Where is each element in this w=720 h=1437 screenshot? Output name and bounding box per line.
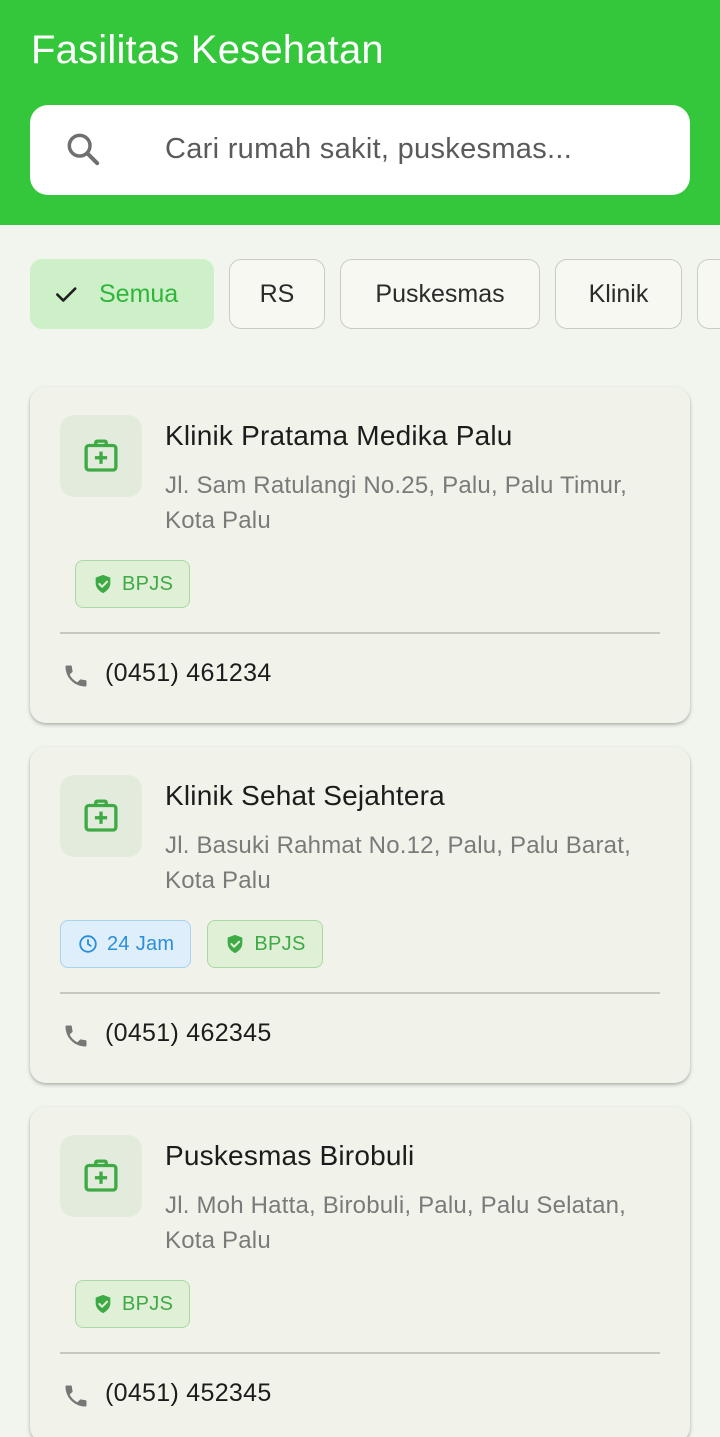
facility-phone[interactable]: (0451) 461234: [105, 659, 272, 688]
address-line: Jl. Sam Ratulangi No.25, Palu, Palu Timu…: [165, 472, 627, 499]
facility-name: Klinik Pratama Medika Palu: [165, 420, 513, 451]
facility-address: Jl. Basuki Rahmat No.12, Palu, Palu Bara…: [165, 828, 665, 898]
badge-label: BPJS: [254, 932, 306, 955]
facility-card[interactable]: Puskesmas Birobuli Jl. Moh Hatta, Birobu…: [30, 1107, 690, 1437]
shield-check-icon: [228, 934, 243, 954]
address-line: Kota Palu: [165, 1227, 271, 1254]
facility-icon-box: [60, 415, 142, 497]
shield-check-icon: [95, 1294, 111, 1314]
phone-icon[interactable]: [62, 1382, 90, 1410]
medical-bag-icon: [84, 1159, 118, 1192]
page-title: Fasilitas Kesehatan: [31, 28, 384, 72]
search-icon[interactable]: [63, 129, 103, 169]
address-line: Jl. Moh Hatta, Birobuli, Palu, Palu Sela…: [165, 1192, 627, 1219]
filter-chip-label: Klinik: [588, 279, 649, 308]
filter-chip-semua[interactable]: Semua: [30, 259, 214, 329]
facility-address: Jl. Sam Ratulangi No.25, Palu, Palu Timu…: [165, 468, 665, 538]
divider: [60, 1352, 660, 1354]
facility-phone[interactable]: (0451) 452345: [105, 1379, 272, 1408]
bpjs-badge: BPJS: [75, 1280, 191, 1328]
search-input[interactable]: [165, 122, 665, 176]
clock-icon: [79, 935, 97, 953]
filter-chip-overflow[interactable]: [697, 259, 720, 329]
filter-chip-klinik[interactable]: Klinik: [555, 259, 682, 329]
facility-address: Jl. Moh Hatta, Birobuli, Palu, Palu Sela…: [165, 1188, 665, 1258]
facility-card[interactable]: Klinik Pratama Medika Palu Jl. Sam Ratul…: [30, 387, 690, 723]
check-icon: [56, 287, 77, 302]
phone-icon[interactable]: [62, 1022, 90, 1050]
badge-row: 24 Jam BPJS: [60, 920, 323, 968]
shield-check-icon: [95, 574, 111, 594]
facility-phone[interactable]: (0451) 462345: [105, 1019, 272, 1048]
facility-name: Klinik Sehat Sejahtera: [165, 780, 445, 811]
app-root: Fasilitas Kesehatan Semua RS Puskesmas K…: [0, 0, 720, 1437]
filter-chip-puskesmas[interactable]: Puskesmas: [340, 259, 540, 329]
facility-name: Puskesmas Birobuli: [165, 1140, 415, 1171]
medical-bag-icon: [84, 439, 118, 472]
address-line: Kota Palu: [165, 507, 271, 534]
facility-icon-box: [60, 775, 142, 857]
badge-label: BPJS: [122, 1292, 174, 1315]
app-header: Fasilitas Kesehatan: [0, 0, 720, 225]
bpjs-badge: BPJS: [75, 560, 191, 608]
divider: [60, 632, 660, 634]
divider: [60, 992, 660, 994]
bpjs-badge: BPJS: [207, 920, 323, 968]
facility-icon-box: [60, 1135, 142, 1217]
medical-bag-icon: [84, 799, 118, 832]
facility-card[interactable]: Klinik Sehat Sejahtera Jl. Basuki Rahmat…: [30, 747, 690, 1083]
filter-chip-label: Puskesmas: [375, 279, 505, 308]
badge-label: BPJS: [122, 572, 174, 595]
badge-label: 24 Jam: [107, 932, 175, 955]
address-line: Jl. Basuki Rahmat No.12, Palu, Palu Bara…: [165, 832, 631, 859]
address-line: Kota Palu: [165, 867, 271, 894]
filter-chip-label: RS: [259, 279, 295, 308]
badge-row: BPJS: [60, 1280, 191, 1328]
filter-chip-rs[interactable]: RS: [229, 259, 325, 329]
24-hours-badge: 24 Jam: [60, 920, 192, 968]
badge-row: BPJS: [60, 560, 191, 608]
phone-icon[interactable]: [62, 662, 90, 690]
filter-chip-label: Semua: [99, 279, 179, 308]
